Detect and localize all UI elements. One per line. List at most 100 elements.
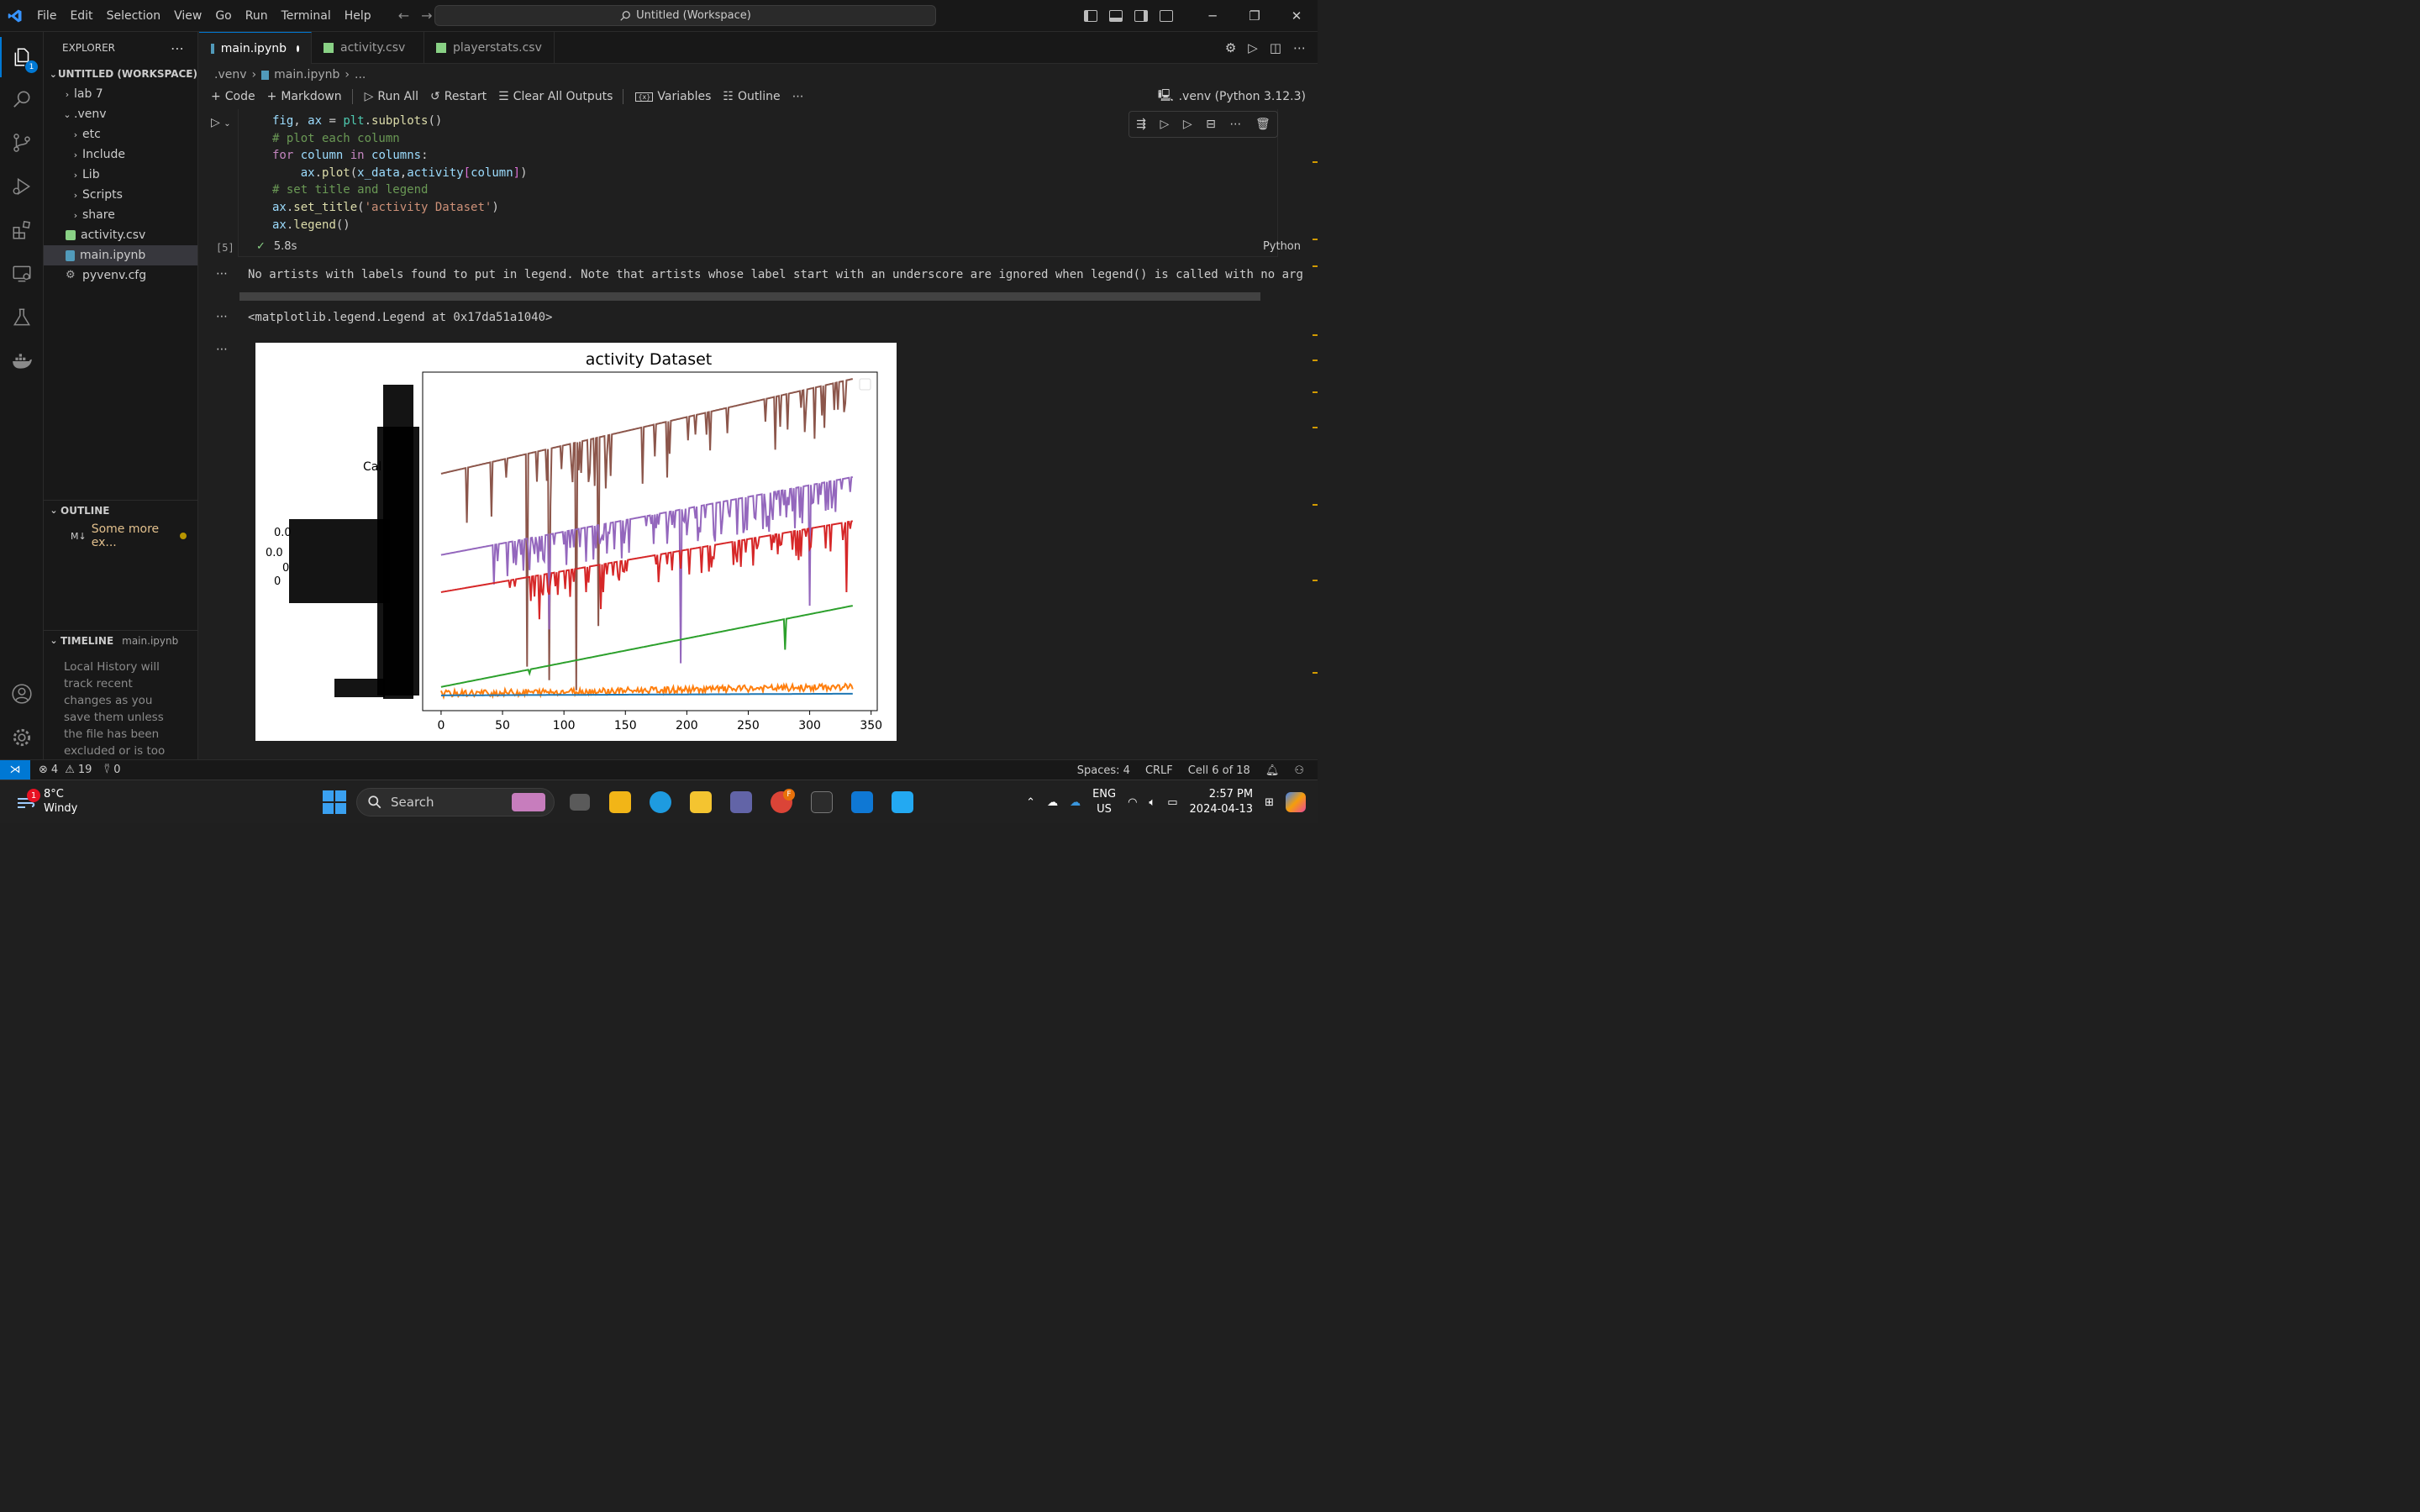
unsaved-dot-icon[interactable] <box>297 45 299 52</box>
taskbar-search[interactable]: Search <box>356 788 555 816</box>
testing-icon[interactable] <box>0 297 44 338</box>
eol-status[interactable]: CRLF <box>1145 764 1173 777</box>
settings-gear-icon[interactable]: ⚙ <box>1225 40 1236 55</box>
breadcrumb-file[interactable]: main.ipynb <box>274 68 339 81</box>
command-center[interactable]: Untitled (Workspace) <box>434 5 936 26</box>
run-icon[interactable]: ▷ <box>1248 40 1258 55</box>
outline-item[interactable]: M↓ Some more ex... <box>71 522 195 549</box>
clock[interactable]: 2:57 PM 2024-04-13 <box>1190 787 1254 817</box>
tree-item-share[interactable]: › share <box>44 205 197 225</box>
breadcrumb-folder[interactable]: .venv <box>214 68 247 81</box>
more-cell-actions-icon[interactable]: ⋯ <box>1229 118 1241 131</box>
copilot-status-icon[interactable]: ⚇ <box>1294 764 1304 777</box>
code-cell[interactable]: fig, ax = plt.subplots() # plot each col… <box>238 109 1278 257</box>
timeline-section-header[interactable]: ⌄ TIMELINE main.ipynb <box>44 630 198 650</box>
workspace-root[interactable]: ⌄ UNTITLED (WORKSPACE) <box>44 64 197 84</box>
minimize-button[interactable]: ─ <box>1192 8 1234 24</box>
variables-button[interactable]: {x} Variables <box>635 90 711 103</box>
split-cell-icon[interactable]: ⊟ <box>1206 118 1216 131</box>
more-actions-icon[interactable]: ⋯ <box>171 40 184 56</box>
run-cell-button[interactable]: ▷ ⌄ <box>211 116 231 129</box>
kernel-picker[interactable]: 🖳 .venv (Python 3.12.3) <box>1158 84 1306 109</box>
customize-layout-icon[interactable] <box>1160 10 1173 22</box>
menu-item-file[interactable]: File <box>30 9 63 23</box>
outline-section-header[interactable]: ⌄ OUTLINE <box>44 500 198 520</box>
microsoft-store-icon[interactable] <box>686 787 716 817</box>
tree-item-lab7[interactable]: › lab 7 <box>44 84 197 104</box>
menu-item-edit[interactable]: Edit <box>63 9 99 23</box>
execute-below-icon[interactable]: ▷ <box>1183 118 1192 131</box>
menu-item-help[interactable]: Help <box>338 9 378 23</box>
accounts-icon[interactable] <box>0 674 44 714</box>
chrome-icon[interactable]: F <box>766 787 797 817</box>
notification-center-icon[interactable]: ⊞ <box>1265 796 1274 809</box>
run-by-line-icon[interactable]: ⇶ <box>1136 118 1146 131</box>
copilot-taskbar-icon[interactable] <box>1286 792 1306 812</box>
cell-position-status[interactable]: Cell 6 of 18 <box>1188 764 1250 777</box>
menu-item-terminal[interactable]: Terminal <box>275 9 338 23</box>
edge-browser-icon[interactable] <box>645 787 676 817</box>
tree-item-lib[interactable]: › Lib <box>44 165 197 185</box>
restart-button[interactable]: ↺ Restart <box>430 90 487 103</box>
clear-all-outputs-button[interactable]: ☰ Clear All Outputs <box>498 90 613 103</box>
output-more-icon[interactable]: ⋯ <box>216 267 228 281</box>
toggle-panel-icon[interactable] <box>1109 10 1123 22</box>
cell-language[interactable]: Python <box>1263 240 1301 253</box>
run-all-button[interactable]: ▷ Run All <box>365 90 418 103</box>
outlook-icon[interactable] <box>847 787 877 817</box>
task-view-icon[interactable] <box>565 787 595 817</box>
breadcrumb-more[interactable]: ... <box>355 68 366 81</box>
windows-start-icon[interactable] <box>323 790 346 814</box>
more-toolbar-icon[interactable]: ⋯ <box>792 90 804 103</box>
output-more-icon[interactable]: ⋯ <box>216 343 228 356</box>
remote-indicator-icon[interactable]: ⋊ <box>0 759 30 780</box>
code-editor[interactable]: fig, ax = plt.subplots() # plot each col… <box>272 113 528 234</box>
manage-gear-icon[interactable] <box>0 717 44 758</box>
file-explorer-icon[interactable] <box>605 787 635 817</box>
run-debug-icon[interactable] <box>0 166 44 207</box>
teams-icon[interactable] <box>726 787 756 817</box>
more-actions-icon[interactable]: ⋯ <box>1293 40 1306 55</box>
docker-icon[interactable] <box>0 341 44 381</box>
menu-item-run[interactable]: Run <box>239 9 275 23</box>
weather-widget[interactable]: 1 8°C Windy <box>15 787 77 816</box>
ports-indicator[interactable]: ⍢ 0 <box>103 764 120 776</box>
tree-item-etc[interactable]: › etc <box>44 124 197 144</box>
remote-explorer-icon[interactable] <box>0 254 44 294</box>
menu-item-view[interactable]: View <box>167 9 208 23</box>
indentation-status[interactable]: Spaces: 4 <box>1077 764 1130 777</box>
search-activity-icon[interactable] <box>0 79 44 119</box>
toggle-secondary-sidebar-icon[interactable] <box>1134 10 1148 22</box>
add-markdown-cell-button[interactable]: + Markdown <box>267 90 342 103</box>
output-more-icon[interactable]: ⋯ <box>216 310 228 323</box>
delete-cell-icon[interactable]: 🗑 <box>1255 118 1270 131</box>
onedrive-icon[interactable]: ☁ <box>1070 796 1081 809</box>
toggle-primary-sidebar-icon[interactable] <box>1084 10 1097 22</box>
cloud-icon[interactable]: ☁ <box>1047 796 1058 809</box>
battery-icon[interactable]: ▭ <box>1167 796 1177 809</box>
output-scrollbar[interactable] <box>239 292 1260 301</box>
tree-item-scripts[interactable]: › Scripts <box>44 185 197 205</box>
add-code-cell-button[interactable]: + Code <box>211 90 255 103</box>
chevron-up-icon[interactable]: ⌃ <box>1026 796 1035 809</box>
tab-main-ipynb[interactable]: main.ipynb <box>199 32 312 64</box>
tree-item-include[interactable]: › Include <box>44 144 197 165</box>
extensions-icon[interactable] <box>0 210 44 250</box>
vscode-taskbar-icon[interactable] <box>887 787 918 817</box>
menu-item-selection[interactable]: Selection <box>100 9 168 23</box>
split-editor-icon[interactable]: ◫ <box>1270 40 1281 55</box>
notifications-bell-icon[interactable]: 🔔︎ <box>1265 764 1280 777</box>
execute-above-icon[interactable]: ▷ <box>1160 118 1170 131</box>
outline-button[interactable]: ☷ Outline <box>723 90 780 103</box>
back-arrow-icon[interactable]: ← <box>398 8 409 24</box>
explorer-icon[interactable]: 1 <box>0 37 44 77</box>
terminal-icon[interactable] <box>807 787 837 817</box>
problems-indicator[interactable]: ⊗ 4 ⚠ 19 <box>39 764 92 776</box>
tab-activity-csv[interactable]: activity.csv <box>312 32 424 64</box>
menu-item-go[interactable]: Go <box>208 9 238 23</box>
tree-item-activity-csv[interactable]: activity.csv <box>44 225 197 245</box>
wifi-icon[interactable]: ◠ <box>1128 796 1137 809</box>
tree-item-pyvenv-cfg[interactable]: ⚙ pyvenv.cfg <box>44 265 197 286</box>
tab-playerstats-csv[interactable]: playerstats.csv <box>424 32 555 64</box>
volume-icon[interactable]: 🔈︎ <box>1149 796 1155 809</box>
